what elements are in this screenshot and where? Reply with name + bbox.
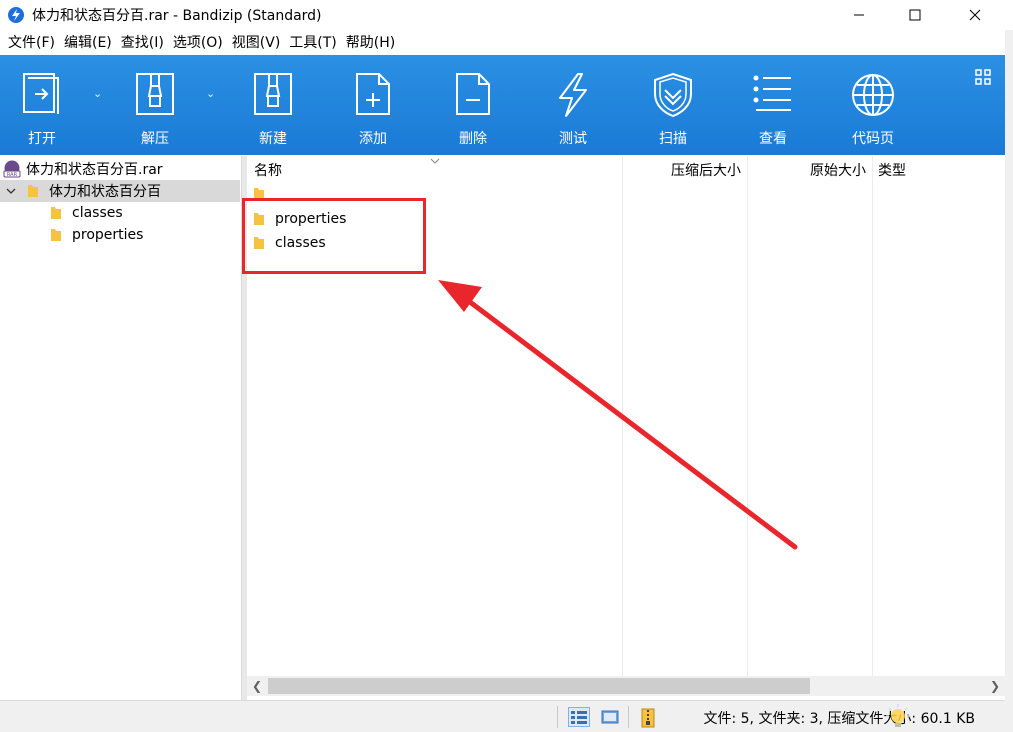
close-button[interactable] (952, 0, 998, 30)
open-dropdown-icon[interactable]: ⌄ (93, 87, 102, 100)
menu-tools[interactable]: 工具(T) (285, 32, 340, 52)
menu-find[interactable]: 查找(I) (117, 32, 168, 52)
menu-edit[interactable]: 编辑(E) (60, 32, 116, 52)
folder-icon (27, 184, 41, 198)
shield-icon (654, 72, 692, 118)
status-divider (628, 706, 629, 728)
tree-root-label: 体力和状态百分百 (49, 184, 161, 200)
tree-item-root[interactable]: 体力和状态百分百 (0, 180, 240, 202)
menu-bar: 文件(F) 编辑(E) 查找(I) 选项(O) 视图(V) 工具(T) 帮助(H… (0, 30, 1013, 54)
view-button[interactable]: 查看 (733, 55, 813, 155)
column-header-packed-size[interactable]: 压缩后大小 (622, 156, 747, 184)
zip-archive-icon (641, 708, 655, 728)
lightbulb-icon (886, 704, 910, 727)
bandizip-app-icon (8, 7, 24, 23)
column-separator[interactable] (622, 156, 623, 676)
codepage-button[interactable]: 代码页 (833, 55, 913, 155)
extract-zip-icon (136, 73, 174, 115)
horizontal-scrollbar[interactable]: ❮ ❯ (247, 676, 1005, 696)
delete-label: 删除 (459, 131, 487, 147)
delete-button[interactable]: 删除 (433, 55, 513, 155)
scroll-left-icon[interactable]: ❮ (247, 676, 267, 696)
open-label: 打开 (28, 131, 56, 147)
new-archive-icon (254, 73, 292, 115)
scan-button[interactable]: 扫描 (633, 55, 713, 155)
annotation-highlight-box (242, 198, 426, 274)
archive-info-button[interactable] (637, 707, 659, 728)
tree-item-classes[interactable]: classes (0, 202, 240, 224)
open-icon (23, 73, 59, 114)
rar-archive-icon: RAR (3, 160, 21, 178)
status-bar: 文件: 5, 文件夹: 3, 压缩文件大小: 60.1 KB (0, 700, 1005, 732)
column-original-label: 原始大小 (810, 163, 866, 179)
close-icon (969, 9, 981, 21)
menu-options[interactable]: 选项(O) (169, 32, 227, 52)
add-label: 添加 (359, 131, 387, 147)
status-divider (557, 706, 558, 728)
menu-help[interactable]: 帮助(H) (342, 32, 399, 52)
window-edge (1005, 30, 1013, 732)
extract-button[interactable]: 解压 (115, 55, 195, 155)
toolbar: 打开 ⌄ 解压 ⌄ 新建 添加 删除 测试 扫描 查看 代码页 (0, 55, 1005, 155)
new-button[interactable]: 新建 (233, 55, 313, 155)
layout-grid-icon[interactable] (975, 69, 991, 85)
minimize-icon (854, 14, 864, 16)
menu-file[interactable]: 文件(F) (4, 32, 59, 52)
view-label: 查看 (759, 131, 787, 147)
minimize-button[interactable] (836, 0, 882, 30)
column-separator[interactable] (872, 156, 873, 676)
globe-icon (852, 74, 894, 116)
list-view-icon (753, 75, 791, 111)
folder-icon (50, 206, 64, 220)
test-button[interactable]: 测试 (533, 55, 613, 155)
column-separator[interactable] (747, 156, 748, 676)
add-file-icon (356, 73, 390, 115)
column-type-label: 类型 (878, 163, 906, 179)
folder-icon (50, 228, 64, 242)
column-name-label: 名称 (254, 163, 282, 179)
new-label: 新建 (259, 131, 287, 147)
sort-chevron-icon (430, 158, 440, 164)
folder-tree: RAR 体力和状态百分百.rar 体力和状态百分百 classes proper… (0, 156, 242, 701)
open-button[interactable]: 打开 (2, 55, 82, 155)
codepage-label: 代码页 (852, 131, 894, 147)
extract-label: 解压 (141, 131, 169, 147)
window-title: 体力和状态百分百.rar - Bandizip (Standard) (32, 8, 322, 24)
tree-item-properties[interactable]: properties (0, 224, 240, 246)
scan-label: 扫描 (659, 131, 687, 147)
scrollbar-thumb[interactable] (268, 678, 810, 694)
svg-text:RAR: RAR (7, 172, 18, 178)
thumbnail-view-icon (601, 710, 619, 724)
column-header-original-size[interactable]: 原始大小 (747, 156, 872, 184)
details-view-button[interactable] (568, 707, 590, 727)
delete-file-icon (456, 73, 490, 115)
status-summary: 文件: 5, 文件夹: 3, 压缩文件大小: 60.1 KB (703, 711, 975, 727)
column-packed-label: 压缩后大小 (671, 163, 741, 179)
details-view-icon (571, 711, 587, 724)
test-label: 测试 (559, 131, 587, 147)
chevron-down-icon[interactable] (5, 185, 17, 197)
tree-properties-label: properties (72, 227, 144, 243)
maximize-icon (909, 9, 921, 21)
maximize-button[interactable] (892, 0, 938, 30)
column-header-type[interactable]: 类型 (878, 156, 998, 184)
add-button[interactable]: 添加 (333, 55, 413, 155)
menu-view[interactable]: 视图(V) (228, 32, 285, 52)
tree-archive-label: 体力和状态百分百.rar (26, 162, 163, 178)
thumbnail-view-button[interactable] (599, 707, 621, 727)
scroll-right-icon[interactable]: ❯ (985, 676, 1005, 696)
tree-item-archive[interactable]: RAR 体力和状态百分百.rar (0, 158, 240, 180)
lightning-icon (559, 73, 587, 117)
extract-dropdown-icon[interactable]: ⌄ (206, 87, 215, 100)
tree-classes-label: classes (72, 205, 123, 221)
